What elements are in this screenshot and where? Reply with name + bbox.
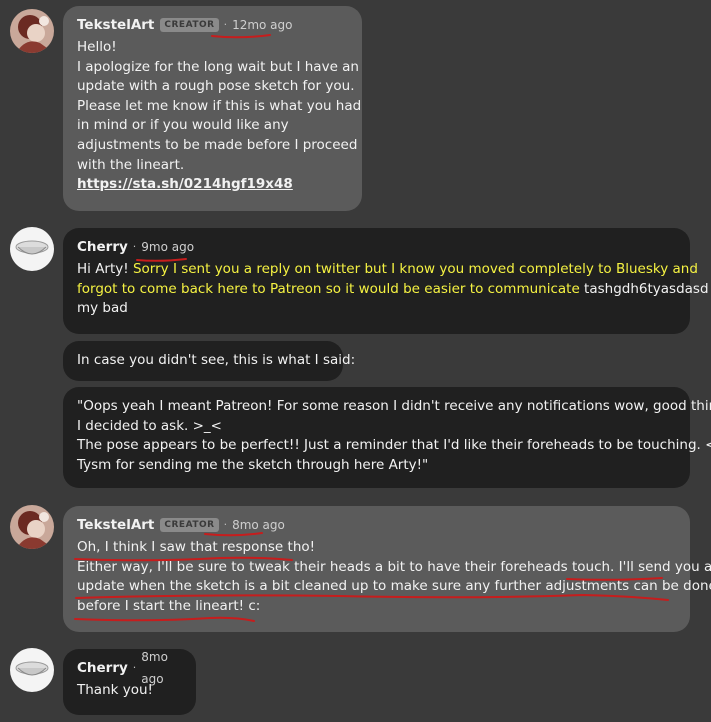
message-line: adjustments to be made before I proceed <box>77 136 358 153</box>
message-line: update with a rough pose sketch for you. <box>77 78 355 95</box>
message-line: I decided to ask. >_< <box>77 417 222 434</box>
timestamp[interactable]: 8mo ago <box>232 514 285 536</box>
author-name[interactable]: TekstelArt <box>77 14 154 36</box>
cherry-avatar-icon <box>10 648 54 692</box>
author-name[interactable]: TekstelArt <box>77 514 154 536</box>
cherry-avatar-2[interactable] <box>10 648 54 692</box>
message-line: Tysm for sending me the sketch through h… <box>77 456 429 473</box>
cherry-avatar-1[interactable] <box>10 227 54 271</box>
message-line: update when the sketch is a bit cleaned … <box>77 578 711 595</box>
message-line: Either way, I'll be sure to tweak their … <box>77 558 711 575</box>
message-line: with the lineart. <box>77 156 185 173</box>
message-bubble-1: TekstelArt CREATOR · 12mo ago Hello! I a… <box>63 6 362 211</box>
artist-avatar-icon <box>10 505 54 549</box>
message-bubble-4: "Oops yeah I meant Patreon! For some rea… <box>63 387 711 488</box>
timestamp[interactable]: 12mo ago <box>232 14 292 36</box>
message-line: "Oops yeah I meant Patreon! For some rea… <box>77 398 711 414</box>
message-line: Oh, I think I saw that response tho! <box>77 539 316 555</box>
highlighted-text: Sorry I sent you a reply on twitter but … <box>132 261 698 277</box>
tekstelart-avatar-1[interactable] <box>10 9 54 53</box>
message-text: tashgdh6tyasdasd <box>579 280 709 297</box>
creator-badge: CREATOR <box>160 18 219 32</box>
message-line: The pose appears to be perfect!! Just a … <box>77 437 711 454</box>
message-bubble-3: In case you didn't see, this is what I s… <box>63 341 356 381</box>
tekstelart-avatar-2[interactable] <box>10 505 54 549</box>
sketch-link[interactable]: https://sta.sh/0214hgf19x48 <box>77 175 348 195</box>
message-bubble-2: Cherry · 9mo ago Hi Arty! Sorry I sent y… <box>63 228 709 334</box>
artist-avatar-icon <box>10 9 54 53</box>
message-line: in mind or if you would like any <box>77 117 289 134</box>
message-bubble-6: Cherry · 8mo ago Thank you! <box>63 649 196 715</box>
message-line: In case you didn't see, this is what I s… <box>77 352 356 368</box>
author-name[interactable]: Cherry <box>77 657 128 679</box>
cherry-avatar-icon <box>10 227 54 271</box>
message-line: Please let me know if this is what you h… <box>77 97 362 114</box>
highlighted-text: forgot to come back here to Patreon so i… <box>77 280 580 297</box>
author-name[interactable]: Cherry <box>77 236 128 258</box>
message-line: Hello! <box>77 39 117 55</box>
message-text: Hi Arty! <box>77 261 133 277</box>
message-line: my bad <box>77 300 128 317</box>
message-line: before I start the lineart! c: <box>77 597 261 614</box>
message-line: I apologize for the long wait but I have… <box>77 58 359 75</box>
creator-badge: CREATOR <box>160 518 219 532</box>
timestamp[interactable]: 9mo ago <box>141 236 194 258</box>
message-bubble-5: TekstelArt CREATOR · 8mo ago Oh, I think… <box>63 506 711 632</box>
